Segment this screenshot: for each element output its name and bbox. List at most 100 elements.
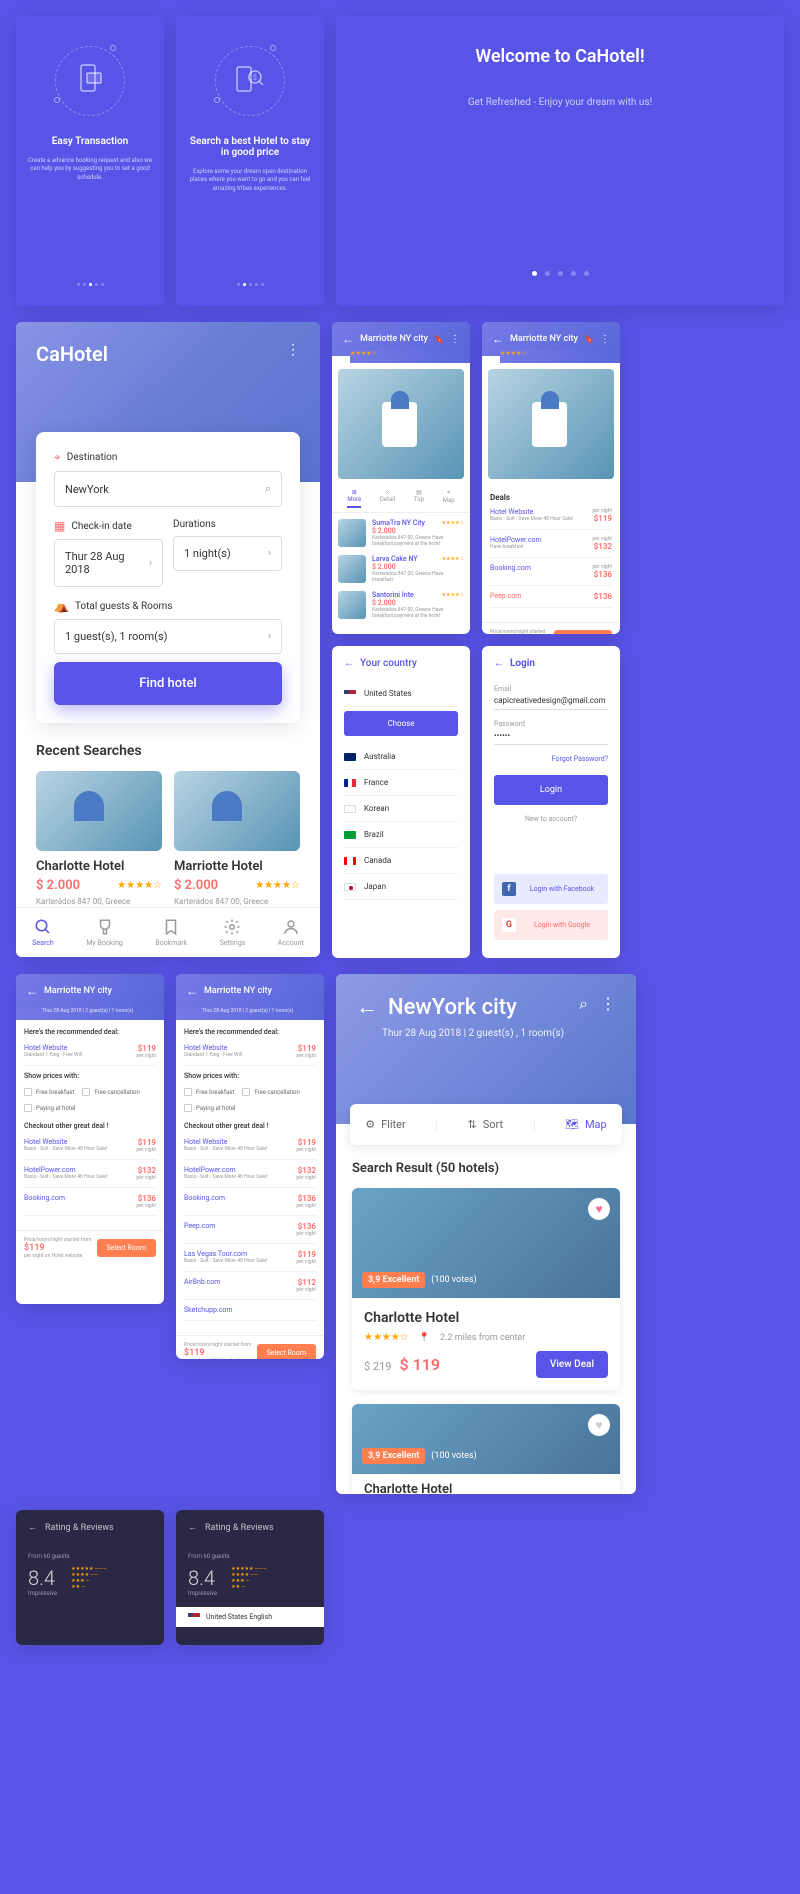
select-room-button[interactable]: Select Room (554, 630, 612, 634)
back-icon[interactable]: ← (188, 1522, 197, 1533)
checkbox-breakfast[interactable]: Free breakfast (24, 1088, 74, 1096)
deal-row[interactable]: HotelPower.comBasis - Suit - Save More 4… (24, 1166, 156, 1188)
country-item[interactable]: Korean (344, 796, 458, 822)
deal-row[interactable]: Booking.comper night$136 (490, 564, 612, 586)
recent-card[interactable]: Charlotte Hotel $ 2.000★★★★☆ Karterádos … (36, 771, 162, 906)
forgot-password-link[interactable]: Forgot Password? (494, 755, 608, 763)
hotel-list-item[interactable]: Larva Cake NY★★★★☆$ 2.000Karterádos 847 … (338, 555, 464, 583)
hotel-list-item[interactable]: SumaTra NY City★★★★☆$ 2.000Karterádos 84… (338, 519, 464, 547)
sliders-icon: ⚙ (365, 1118, 375, 1131)
favorite-button[interactable]: ♥ (588, 1414, 610, 1436)
deal-row[interactable]: Sketchupp.com (184, 1306, 316, 1321)
country-item[interactable]: Japan (344, 874, 458, 900)
google-login-button[interactable]: GLogin with Google (494, 910, 608, 940)
tab-map[interactable]: ⌖Map (443, 489, 455, 508)
filter-button[interactable]: ⚙Fliter (365, 1118, 405, 1131)
nav-booking[interactable]: My Booking (86, 918, 123, 947)
menu-icon[interactable]: ⋮ (450, 334, 460, 345)
deal-row[interactable]: Hotel WebsiteBasis - Suit - Save More 48… (184, 1138, 316, 1160)
guests-input[interactable]: 1 guest(s), 1 room(s)› (54, 619, 282, 654)
header-subtitle: Thur 28 Aug 2018 | 2 guest(s) | 1 room(s… (176, 1008, 324, 1020)
checkbox-breakfast[interactable]: Free breakfast (184, 1088, 234, 1096)
tab-detail[interactable]: ◇Detail (380, 489, 395, 508)
view-deal-button[interactable]: View Deal (536, 1351, 608, 1378)
flag-us-icon (188, 1613, 200, 1621)
result-card[interactable]: ♥ 3,9 Excellent(100 votes) Charlotte Hot… (352, 1188, 620, 1390)
find-hotel-button[interactable]: Find hotel (54, 662, 282, 705)
country-screen: ←Your country United States Choose Austr… (332, 646, 470, 958)
deal-row[interactable]: HotelPower.comHave breakfastper night$13… (490, 536, 612, 558)
back-icon[interactable]: ← (186, 984, 198, 998)
checkbox-paying[interactable]: Paying at hotel (184, 1104, 236, 1112)
map-button[interactable]: 🗺Map (565, 1118, 607, 1131)
nav-account[interactable]: Account (278, 918, 304, 947)
back-icon[interactable]: ← (26, 984, 38, 998)
back-icon[interactable]: ← (356, 994, 378, 1020)
back-icon[interactable]: ← (344, 658, 354, 669)
result-card[interactable]: ♥ 3,9 Excellent(100 votes) Charlotte Hot… (352, 1404, 620, 1494)
login-button[interactable]: Login (494, 775, 608, 805)
menu-icon[interactable]: ⋮ (286, 342, 300, 358)
new-account-link[interactable]: New to account? (494, 815, 608, 823)
recent-searches-title: Recent Searches (36, 743, 300, 759)
select-room-button[interactable]: Select Room (257, 1344, 316, 1359)
rating-score: 8.4 (28, 1566, 57, 1590)
deal-row[interactable]: Hotel WebsiteStandard 1 King - Free Wifi… (184, 1044, 316, 1066)
deal-row[interactable]: Las Vegas Tour.comBasis - Suit - Save Mo… (184, 1250, 316, 1272)
checkbox-paying[interactable]: Paying at hotel (24, 1104, 76, 1112)
nav-bookmark[interactable]: Bookmark (155, 918, 187, 947)
country-item[interactable]: Canada (344, 848, 458, 874)
back-icon[interactable]: ← (492, 332, 504, 346)
email-input[interactable]: capicreativedesign@gmail.com (494, 696, 608, 710)
country-item[interactable]: France (344, 770, 458, 796)
facebook-login-button[interactable]: fLogin with Facebook (494, 874, 608, 904)
password-input[interactable]: •••••• (494, 731, 608, 745)
nav-settings[interactable]: Settings (220, 918, 246, 947)
email-label: Email (494, 685, 608, 693)
choose-button[interactable]: Choose (344, 711, 458, 736)
facebook-icon: f (502, 882, 516, 896)
new-price: $ 119 (399, 1355, 440, 1374)
bookmark-icon[interactable]: 🔖 (434, 335, 444, 344)
back-icon[interactable]: ← (494, 658, 504, 669)
header-subtitle: Thur 28 Aug 2018 | 2 guest(s) | 1 room(s… (16, 1008, 164, 1020)
country-item[interactable]: Brazil (344, 822, 458, 848)
country-item-us[interactable]: United States (344, 681, 458, 707)
tab-more[interactable]: ⊞More (347, 489, 361, 508)
hotel-hero-image (338, 369, 464, 479)
menu-icon[interactable]: ⋮ (600, 994, 616, 1014)
checkbox-cancellation[interactable]: Free cancellation (242, 1088, 299, 1096)
hotel-list-item[interactable]: Santorini Inte★★★★☆$ 2.000Karterádos 847… (338, 591, 464, 619)
rating-stars: ★★★★☆ (500, 350, 620, 363)
recent-card[interactable]: Marriotte Hotel $ 2.000★★★★☆ Karterádos … (174, 771, 300, 906)
language-selector[interactable]: United States English (206, 1613, 272, 1621)
deal-row[interactable]: Hotel WebsiteStandard 1 King - Free Wifi… (24, 1044, 156, 1066)
sort-button[interactable]: ⇅Sort (468, 1118, 504, 1131)
page-title: NewYork city (388, 995, 517, 1020)
checkin-input[interactable]: Thur 28 Aug 2018› (54, 539, 163, 587)
durations-input[interactable]: 1 night(s)› (173, 536, 282, 571)
favorite-button[interactable]: ♥ (588, 1198, 610, 1220)
hotel-detail-screen: ←Marriotte NY city🔖⋮ ★★★★☆ ⊞More ◇Detail… (332, 322, 470, 634)
select-room-button[interactable]: Select Room (97, 1239, 156, 1257)
deals-screen: ←Marriotte NY city🔖⋮ ★★★★☆ Deals Hotel W… (482, 322, 620, 634)
bookmark-icon[interactable]: 🔖 (584, 335, 594, 344)
nav-search[interactable]: Search (32, 918, 54, 947)
deal-row[interactable]: Booking.com$136per night (24, 1194, 156, 1216)
deal-row[interactable]: Hotel WebsiteBasis - Suit - Save More 48… (490, 508, 612, 530)
search-icon[interactable]: ⌕ (579, 994, 588, 1014)
deal-row[interactable]: Hotel WebsiteBasis - Suit - Save More 48… (24, 1138, 156, 1160)
deal-row[interactable]: Booking.com$136per night (184, 1194, 316, 1216)
menu-icon[interactable]: ⋮ (600, 334, 610, 345)
destination-input[interactable]: NewYork⌕ (54, 471, 282, 507)
deal-row[interactable]: Peep.com$136 (490, 592, 612, 608)
checkbox-cancellation[interactable]: Free cancellation (82, 1088, 139, 1096)
back-icon[interactable]: ← (28, 1522, 37, 1533)
country-item[interactable]: Australia (344, 744, 458, 770)
deal-row[interactable]: Peep.com$136per night (184, 1222, 316, 1244)
deal-row[interactable]: HotelPower.comBasis - Suit - Save More 4… (184, 1166, 316, 1188)
back-icon[interactable]: ← (342, 332, 354, 346)
guests-count: From 60 guests (28, 1553, 152, 1560)
deal-row[interactable]: AirBnb.com$112per night (184, 1278, 316, 1300)
tab-top[interactable]: ▤Top (414, 489, 424, 508)
